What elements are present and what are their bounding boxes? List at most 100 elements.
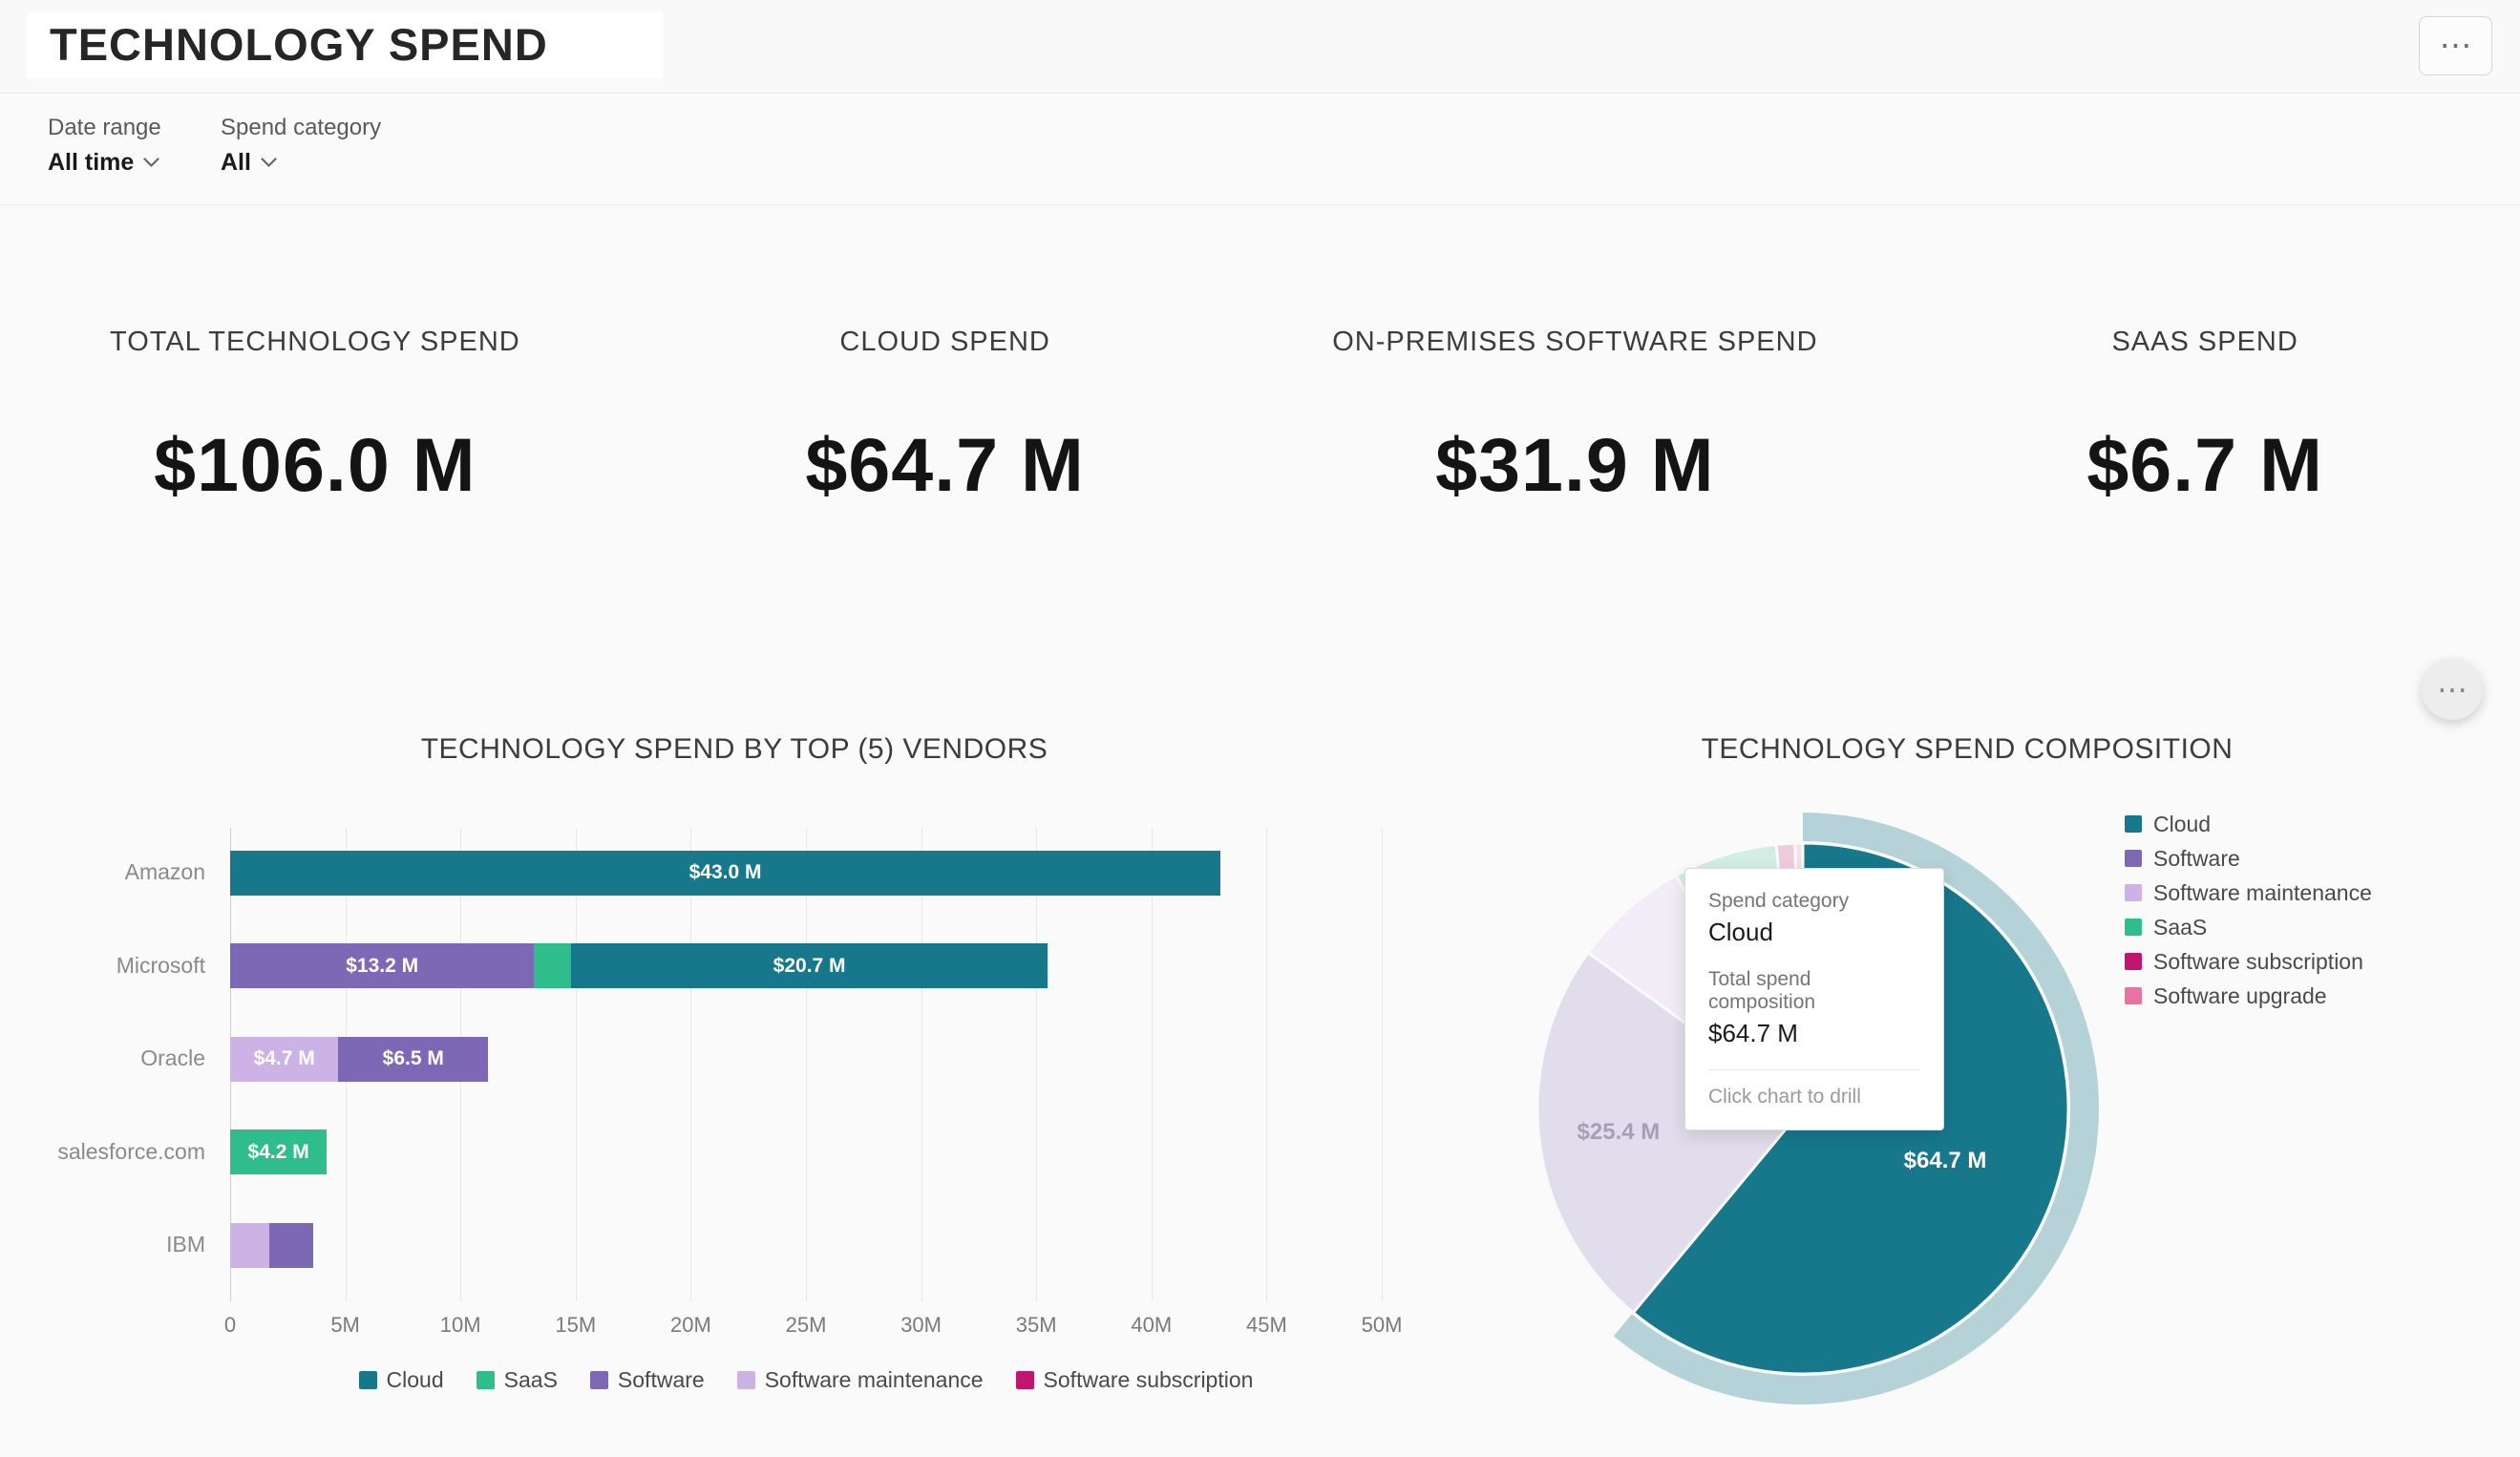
legend-label: Software maintenance <box>765 1367 984 1393</box>
sheet-title-box[interactable]: TECHNOLOGY SPEND <box>27 11 663 78</box>
bar-tick-label: 30M <box>900 1313 942 1338</box>
kpi-value: $6.7 M <box>1890 421 2520 509</box>
legend-label: Software subscription <box>1044 1367 1254 1393</box>
bar-gridline <box>1152 828 1153 1301</box>
bar-segment[interactable]: $43.0 M <box>230 851 1220 896</box>
legend-label: Software <box>618 1367 705 1393</box>
bar-tick-label: 50M <box>1362 1313 1403 1338</box>
composition-pie-chart: TECHNOLOGY SPEND COMPOSITION $64.7 M $25.… <box>1469 707 2520 1457</box>
legend-swatch <box>737 1371 755 1389</box>
kpi-total-technology-spend: TOTAL TECHNOLOGY SPEND $106.0 M <box>0 327 630 509</box>
vendors-bar-chart: TECHNOLOGY SPEND BY TOP (5) VENDORS 05M1… <box>48 707 1421 1457</box>
tooltip-measure-label: Total spend composition <box>1708 968 1920 1014</box>
legend-swatch <box>2125 850 2142 867</box>
legend-item[interactable]: Software subscription <box>2125 944 2372 979</box>
kpi-label: SAAS SPEND <box>1890 327 2520 358</box>
page-title: TECHNOLOGY SPEND <box>27 11 663 78</box>
bar-chart-title: TECHNOLOGY SPEND BY TOP (5) VENDORS <box>48 733 1421 766</box>
bar-segment[interactable] <box>534 943 571 988</box>
bar-tick-label: 10M <box>440 1313 481 1338</box>
kpi-label: ON-PREMISES SOFTWARE SPEND <box>1260 327 1891 358</box>
legend-item[interactable]: SaaS <box>2125 910 2372 944</box>
legend-item[interactable]: Cloud <box>359 1367 444 1393</box>
tooltip-measure-value: $64.7 M <box>1708 1019 1920 1048</box>
bar-tick-label: 40M <box>1131 1313 1172 1338</box>
legend-swatch <box>476 1371 495 1389</box>
legend-label: Software subscription <box>2153 949 2363 975</box>
filter-date-range[interactable]: Date range All time <box>48 94 161 177</box>
bar-segment[interactable]: $13.2 M <box>230 943 534 988</box>
filter-spend-category-value[interactable]: All <box>221 149 381 177</box>
legend-label: Cloud <box>2153 812 2211 837</box>
kpi-label: CLOUD SPEND <box>630 327 1260 358</box>
chevron-down-icon <box>261 158 277 168</box>
bar-segment-label: $6.5 M <box>383 1047 444 1070</box>
bar-gridline <box>1382 828 1383 1301</box>
legend-label: Software upgrade <box>2153 983 2327 1009</box>
legend-item[interactable]: Software subscription <box>1016 1367 1254 1393</box>
legend-swatch <box>2125 884 2142 901</box>
bar-segment-label: $20.7 M <box>773 955 846 978</box>
tooltip-hint: Click chart to drill <box>1708 1086 1920 1109</box>
bar-segment[interactable] <box>230 1223 269 1268</box>
legend-swatch <box>590 1371 608 1389</box>
pie-chart-title: TECHNOLOGY SPEND COMPOSITION <box>1469 733 2466 766</box>
pie-slice-label: $64.7 M <box>1904 1148 1987 1173</box>
bar-segment[interactable]: $4.2 M <box>230 1130 327 1174</box>
bar-segment[interactable]: $4.7 M <box>230 1037 338 1082</box>
bar-segment-label: $43.0 M <box>689 861 762 884</box>
legend-label: SaaS <box>504 1367 558 1393</box>
legend-item[interactable]: Software maintenance <box>2125 876 2372 910</box>
bar-segment[interactable] <box>269 1223 313 1268</box>
kpi-saas-spend: SAAS SPEND $6.7 M <box>1890 327 2520 509</box>
kpi-cloud-spend: CLOUD SPEND $64.7 M <box>630 327 1260 509</box>
bar-gridline <box>1036 828 1037 1301</box>
bar-gridline <box>806 828 807 1301</box>
bar-gridline <box>690 828 691 1301</box>
tooltip-field-label: Spend category <box>1708 890 1920 913</box>
legend-swatch <box>1016 1371 1034 1389</box>
legend-swatch <box>359 1371 377 1389</box>
kpi-value: $64.7 M <box>630 421 1260 509</box>
legend-item[interactable]: Software <box>590 1367 705 1393</box>
legend-swatch <box>2125 987 2142 1004</box>
legend-item[interactable]: Software upgrade <box>2125 979 2372 1013</box>
legend-item[interactable]: Software maintenance <box>737 1367 984 1393</box>
legend-item[interactable]: Software <box>2125 841 2372 876</box>
kpi-on-premises-software-spend: ON-PREMISES SOFTWARE SPEND $31.9 M <box>1260 327 1891 509</box>
bar-segment-label: $13.2 M <box>346 955 418 978</box>
legend-item[interactable]: SaaS <box>476 1367 558 1393</box>
bar-category-label: Microsoft <box>48 953 205 979</box>
legend-item[interactable]: Cloud <box>2125 807 2372 841</box>
bar-tick-label: 35M <box>1016 1313 1057 1338</box>
filter-date-range-label: Date range <box>48 115 161 141</box>
bar-category-label: salesforce.com <box>48 1139 205 1165</box>
pie-slice-label: $25.4 M <box>1578 1119 1661 1145</box>
tooltip-field-value: Cloud <box>1708 918 1920 947</box>
bar-segment[interactable]: $20.7 M <box>571 943 1048 988</box>
bar-gridline <box>921 828 922 1301</box>
kpi-value: $31.9 M <box>1260 421 1891 509</box>
ellipsis-icon: ⋯ <box>2437 671 2467 707</box>
filter-date-range-value[interactable]: All time <box>48 149 161 177</box>
bar-category-label: Amazon <box>48 859 205 885</box>
legend-label: SaaS <box>2153 915 2207 940</box>
pie-chart-legend: Cloud SoftwareSoftware maintenance SaaS Sof… <box>2125 807 2372 1013</box>
bar-chart-legend: Cloud SaaS Software Software maintenance Sof… <box>230 1367 1382 1393</box>
filter-spend-category[interactable]: Spend category All <box>221 94 381 177</box>
chevron-down-icon <box>143 158 159 168</box>
kpi-label: TOTAL TECHNOLOGY SPEND <box>0 327 630 358</box>
bar-tick-label: 20M <box>670 1313 711 1338</box>
header-menu-button[interactable]: ⋯ <box>2419 16 2492 75</box>
legend-label: Cloud <box>387 1367 444 1393</box>
tooltip-divider <box>1708 1069 1920 1070</box>
bar-tick-label: 5M <box>330 1313 360 1338</box>
bar-tick-label: 25M <box>786 1313 827 1338</box>
bar-plot[interactable]: 05M10M15M20M25M30M35M40M45M50M$43.0 M$13… <box>230 828 1382 1301</box>
kpi-row: TOTAL TECHNOLOGY SPEND $106.0 M CLOUD SP… <box>0 327 2520 509</box>
legend-swatch <box>2125 953 2142 970</box>
bar-segment-label: $4.7 M <box>254 1047 315 1070</box>
charts-section: TECHNOLOGY SPEND BY TOP (5) VENDORS 05M1… <box>0 707 2520 1457</box>
bar-segment-label: $4.2 M <box>248 1141 309 1164</box>
bar-segment[interactable]: $6.5 M <box>338 1037 488 1082</box>
